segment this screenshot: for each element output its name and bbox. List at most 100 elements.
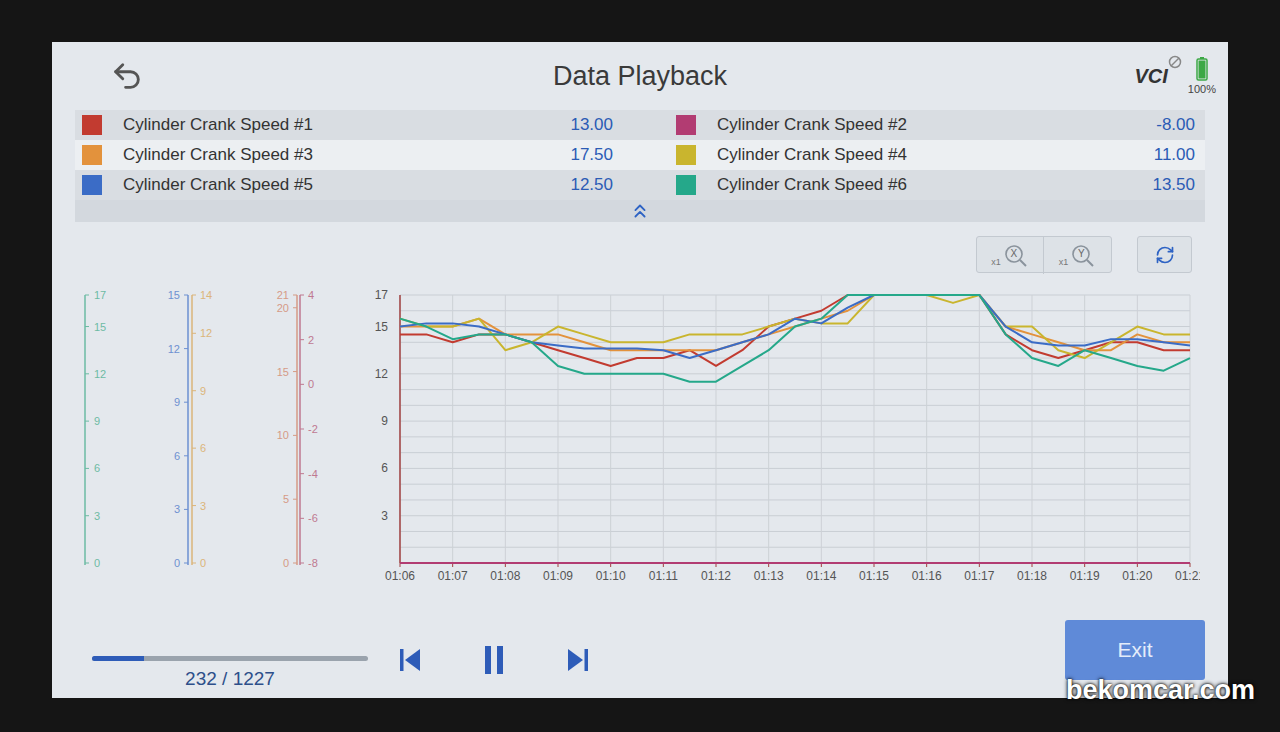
axis-tick: 6	[200, 442, 206, 454]
series-line	[400, 295, 1190, 382]
refresh-icon	[1155, 245, 1175, 265]
battery-status: 100%	[1188, 57, 1216, 95]
value-axis: 15129630	[168, 289, 188, 569]
legend-value: -8.00	[1156, 112, 1195, 138]
axis-tick: 0	[174, 557, 180, 569]
grid-line	[400, 373, 1190, 374]
value-axis: 14129630	[192, 289, 212, 569]
legend-swatch	[82, 145, 102, 165]
time-tick: 01:15	[859, 569, 889, 583]
grid-line	[821, 295, 822, 563]
axis-tick: 9	[174, 396, 180, 408]
series-line	[400, 295, 1190, 366]
time-tick: 01:21	[1175, 569, 1200, 583]
back-button[interactable]	[110, 59, 144, 93]
time-tick: 01:11	[649, 569, 678, 583]
battery-text: 100%	[1188, 84, 1216, 95]
axis-tick: -6	[308, 512, 318, 524]
axis-tick: 9	[94, 415, 100, 427]
zoom-button[interactable]: x1 X	[977, 237, 1044, 274]
grid-line	[400, 484, 1190, 485]
grid-line	[979, 295, 980, 563]
link-status-icon	[1168, 55, 1182, 69]
axis-tick: 0	[94, 557, 100, 569]
series-line	[400, 562, 1190, 564]
collapse-chevrons-icon	[629, 200, 651, 222]
axis-tick: 20	[277, 302, 289, 314]
axis-tick: 10	[277, 429, 289, 441]
axis-tick: -2	[308, 423, 318, 435]
axis-tick: 6	[94, 462, 100, 474]
grid-line	[400, 389, 1190, 390]
value-tick: 12	[375, 367, 389, 381]
grid-line	[400, 405, 1190, 406]
time-tick: 01:07	[438, 569, 468, 583]
legend: Cylinder Crank Speed #113.00Cylinder Cra…	[75, 110, 1205, 200]
legend-label: Cylinder Crank Speed #1	[123, 112, 570, 138]
legend-label: Cylinder Crank Speed #5	[123, 172, 570, 198]
legend-row: Cylinder Crank Speed #512.50Cylinder Cra…	[75, 170, 1205, 200]
skip-forward-icon	[566, 647, 590, 673]
axis-tick: 15	[168, 289, 180, 301]
legend-swatch	[676, 175, 696, 195]
grid-line	[400, 468, 1190, 469]
next-button[interactable]	[564, 645, 592, 675]
play-pause-button[interactable]	[480, 645, 508, 675]
legend-swatch	[676, 145, 696, 165]
previous-button[interactable]	[396, 645, 424, 675]
time-tick: 01:18	[1017, 569, 1047, 583]
scanner-screen: Data Playback VCI 100% Cylinder Crank Speed…	[52, 42, 1228, 698]
legend-item: Cylinder Crank Speed #2-8.00	[640, 110, 1205, 140]
battery-icon	[1196, 57, 1208, 81]
header-bar: Data Playback VCI 100%	[52, 42, 1228, 110]
time-tick: 01:19	[1070, 569, 1100, 583]
grid-line	[400, 452, 1190, 453]
legend-value: 11.00	[1154, 142, 1195, 168]
axis-tick: 12	[168, 343, 180, 355]
time-tick: 01:10	[596, 569, 626, 583]
legend-collapse-bar[interactable]	[75, 200, 1205, 222]
legend-label: Cylinder Crank Speed #2	[717, 112, 1156, 138]
legend-value: 13.50	[1152, 172, 1195, 198]
axis-tick: 2	[308, 334, 314, 346]
axis-tick: 12	[94, 368, 106, 380]
grid-line	[400, 531, 1190, 532]
time-tick: 01:14	[806, 569, 836, 583]
zoom-scale: x1	[991, 256, 1001, 270]
device-photo: Data Playback VCI 100% Cylinder Crank Speed…	[0, 0, 1280, 732]
value-axis: 1715129630	[85, 289, 106, 569]
refresh-button[interactable]	[1137, 236, 1192, 273]
chart-toolbar: x1 Xx1Y	[72, 236, 1228, 273]
axis-tick: 15	[94, 321, 106, 333]
axis-tick: 14	[200, 289, 212, 301]
progress-track[interactable]	[92, 656, 368, 661]
grid-line	[663, 295, 664, 563]
magnifier-icon: Y	[1070, 243, 1096, 269]
legend-label: Cylinder Crank Speed #4	[717, 142, 1154, 168]
series-line	[400, 295, 1190, 350]
value-axis: 420-2-4-6-8	[300, 289, 318, 569]
progress: 232 / 1227	[92, 656, 368, 694]
grid-line	[400, 295, 1190, 296]
grid-line	[452, 295, 453, 563]
grid-line	[874, 295, 875, 563]
legend-row: Cylinder Crank Speed #113.00Cylinder Cra…	[75, 110, 1205, 140]
zoom-button[interactable]: x1Y	[1044, 237, 1111, 274]
legend-label: Cylinder Crank Speed #3	[123, 142, 570, 168]
legend-item: Cylinder Crank Speed #113.00	[75, 110, 640, 140]
zoom-axis: X	[1010, 246, 1017, 261]
legend-item: Cylinder Crank Speed #512.50	[75, 170, 640, 200]
axis-tick: 0	[308, 378, 314, 390]
vci-label: VCI	[1135, 65, 1168, 87]
time-tick: 01:16	[912, 569, 942, 583]
axis-tick: 12	[200, 327, 212, 339]
grid-line	[400, 547, 1190, 548]
exit-button[interactable]: Exit	[1065, 620, 1205, 680]
skip-back-icon	[398, 647, 422, 673]
value-tick: 9	[381, 414, 388, 428]
crank-speed-chart: 171512963015129630141296302120151050420-…	[72, 283, 1200, 595]
value-tick: 15	[375, 320, 389, 334]
grid-line	[400, 342, 1190, 343]
screen-title: Data Playback	[553, 56, 727, 97]
axis-tick: 3	[94, 510, 100, 522]
